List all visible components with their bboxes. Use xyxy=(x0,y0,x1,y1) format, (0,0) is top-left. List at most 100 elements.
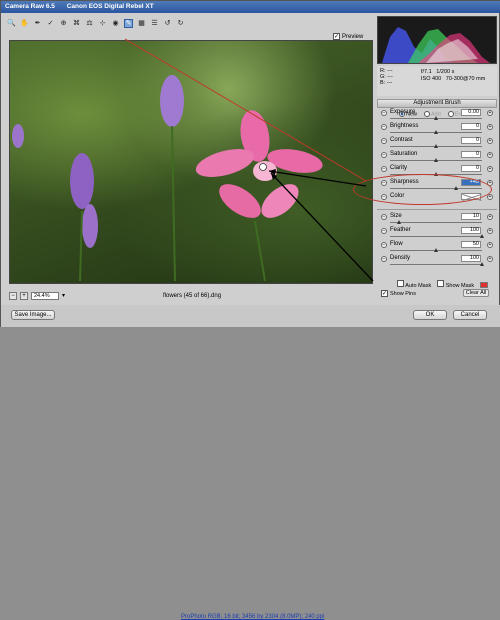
photo-svg xyxy=(12,75,323,282)
targeted-adjust-icon[interactable]: ⊕ xyxy=(59,19,68,28)
zoom-icon[interactable]: 🔍 xyxy=(7,19,16,28)
straighten-icon[interactable]: ⚖ xyxy=(85,19,94,28)
mask-options: Auto Mask Show Mask xyxy=(397,280,489,289)
brush-size: − Size 10 + xyxy=(377,213,497,227)
saturation-minus-icon[interactable]: − xyxy=(381,152,387,158)
size-plus-icon[interactable]: + xyxy=(487,214,493,220)
flow-plus-icon[interactable]: + xyxy=(487,242,493,248)
lavender-spikes xyxy=(12,75,184,248)
sharpness-highlight-annotation xyxy=(353,174,492,205)
zoom-out-button[interactable]: − xyxy=(9,291,17,300)
adjustment-pin-icon[interactable] xyxy=(259,163,267,171)
exposure-value-field[interactable]: 0.00 xyxy=(461,109,481,116)
color-plus-icon[interactable]: + xyxy=(487,194,493,200)
hand-icon[interactable]: ✋ xyxy=(20,19,29,28)
red-eye-icon[interactable]: ◉ xyxy=(111,19,120,28)
brightness-label: Brightness xyxy=(390,123,419,129)
saturation-value-field[interactable]: 0 xyxy=(461,151,481,158)
crop-icon[interactable]: ⌘ xyxy=(72,19,81,28)
feather-value-field[interactable]: 100 xyxy=(461,227,481,234)
size-minus-icon[interactable]: − xyxy=(381,214,387,220)
feather-slider-thumb[interactable] xyxy=(479,234,484,238)
density-slider-thumb[interactable] xyxy=(479,262,484,266)
rotate-ccw-icon[interactable]: ↺ xyxy=(163,19,172,28)
shutter-value: 1/200 s xyxy=(436,69,455,75)
workflow-options-link[interactable]: ProPhoto RGB; 16 bit; 3456 by 2304 (8.0M… xyxy=(181,614,324,620)
feather-label: Feather xyxy=(390,227,411,233)
spot-removal-icon[interactable]: ⊹ xyxy=(98,19,107,28)
color-sampler-icon[interactable]: ✓ xyxy=(46,19,55,28)
toolbar: 🔍 ✋ ✒ ✓ ⊕ ⌘ ⚖ ⊹ ◉ ✎ ▦ ☰ ↺ ↻ ✓ Preview xyxy=(5,16,373,40)
density-slider-track[interactable] xyxy=(390,264,482,265)
auto-mask-option[interactable]: Auto Mask xyxy=(397,280,431,289)
preferences-icon[interactable]: ☰ xyxy=(150,19,159,28)
white-balance-icon[interactable]: ✒ xyxy=(33,19,42,28)
brush-feather: − Feather 100 + xyxy=(377,227,497,241)
adjustment-brush-icon[interactable]: ✎ xyxy=(124,18,133,28)
preview-checkbox[interactable]: ✓ xyxy=(333,33,340,40)
clarity-minus-icon[interactable]: − xyxy=(381,166,387,172)
chevron-down-icon[interactable]: ▾ xyxy=(62,292,65,299)
contrast-minus-icon[interactable]: − xyxy=(381,138,387,144)
ok-button[interactable]: OK xyxy=(413,310,447,320)
size-value-field[interactable]: 10 xyxy=(461,213,481,220)
rgb-readout: R: --- G: --- B: --- xyxy=(380,68,393,86)
graduated-filter-icon[interactable]: ▦ xyxy=(137,19,146,28)
image-canvas[interactable] xyxy=(9,40,373,284)
clarity-plus-icon[interactable]: + xyxy=(487,166,493,172)
rotate-cw-icon[interactable]: ↻ xyxy=(176,19,185,28)
density-plus-icon[interactable]: + xyxy=(487,256,493,262)
right-panel: R: --- G: --- B: --- f/7.1 1/200 s ISO 4… xyxy=(377,16,497,316)
app-title: Camera Raw 6.5 xyxy=(5,3,55,10)
brightness-minus-icon[interactable]: − xyxy=(381,124,387,130)
save-image-button[interactable]: Save Image... xyxy=(11,310,55,320)
contrast-plus-icon[interactable]: + xyxy=(487,138,493,144)
lens-value: 70-300@70 mm xyxy=(445,75,486,82)
camera-raw-window: Camera Raw 6.5 Canon EOS Digital Rebel X… xyxy=(0,0,500,620)
density-value-field[interactable]: 100 xyxy=(461,255,481,262)
show-pins-toggle[interactable]: ✓ Show Pins xyxy=(381,290,416,297)
saturation-plus-icon[interactable]: + xyxy=(487,152,493,158)
preview-toggle[interactable]: ✓ Preview xyxy=(333,33,363,40)
contrast-slider-thumb[interactable] xyxy=(433,144,438,148)
zoom-in-button[interactable]: + xyxy=(20,291,28,300)
brightness-plus-icon[interactable]: + xyxy=(487,124,493,130)
show-mask-option[interactable]: Show Mask xyxy=(437,280,474,289)
title-bar: Camera Raw 6.5 Canon EOS Digital Rebel X… xyxy=(1,1,500,13)
exposure-slider-thumb[interactable] xyxy=(433,116,438,120)
brightness-value-field[interactable]: 0 xyxy=(461,123,481,130)
brightness-slider-thumb[interactable] xyxy=(433,130,438,134)
density-minus-icon[interactable]: − xyxy=(381,256,387,262)
show-pins-checkbox[interactable]: ✓ xyxy=(381,290,388,297)
clarity-value-field[interactable]: 0 xyxy=(461,165,481,172)
clear-all-button[interactable]: Clear All xyxy=(463,289,489,297)
exposure-plus-icon[interactable]: + xyxy=(487,110,493,116)
feather-minus-icon[interactable]: − xyxy=(381,228,387,234)
zoom-level-select[interactable]: 24.4% xyxy=(31,291,59,300)
auto-mask-checkbox[interactable] xyxy=(397,280,404,287)
brush-flow: − Flow 50 + xyxy=(377,241,497,255)
slider-contrast: − Contrast 0 + xyxy=(377,137,497,151)
show-pins-label: Show Pins xyxy=(390,290,416,297)
histogram-graph xyxy=(382,27,490,63)
footer-bar: Save Image... ProPhoto RGB; 16 bit; 3456… xyxy=(1,305,500,620)
aperture-value: f/7.1 xyxy=(421,69,432,75)
cancel-button[interactable]: Cancel xyxy=(453,310,487,320)
panel-title: Adjustment Brush xyxy=(377,99,497,108)
clarity-label: Clarity xyxy=(390,165,408,171)
mask-color-swatch[interactable] xyxy=(480,281,489,288)
size-slider-track[interactable] xyxy=(390,222,482,223)
flow-value-field[interactable]: 50 xyxy=(461,241,481,248)
saturation-slider-thumb[interactable] xyxy=(433,158,438,162)
contrast-value-field[interactable]: 0 xyxy=(461,137,481,144)
exposure-minus-icon[interactable]: − xyxy=(381,110,387,116)
feather-plus-icon[interactable]: + xyxy=(487,228,493,234)
feather-slider-track[interactable] xyxy=(390,236,482,237)
flow-slider-thumb[interactable] xyxy=(433,248,438,252)
size-slider-thumb[interactable] xyxy=(396,220,401,224)
b-value: --- xyxy=(386,80,393,86)
flow-minus-icon[interactable]: − xyxy=(381,242,387,248)
b-label: B: xyxy=(380,80,386,86)
preview-label: Preview xyxy=(342,33,364,40)
show-mask-checkbox[interactable] xyxy=(437,280,445,287)
